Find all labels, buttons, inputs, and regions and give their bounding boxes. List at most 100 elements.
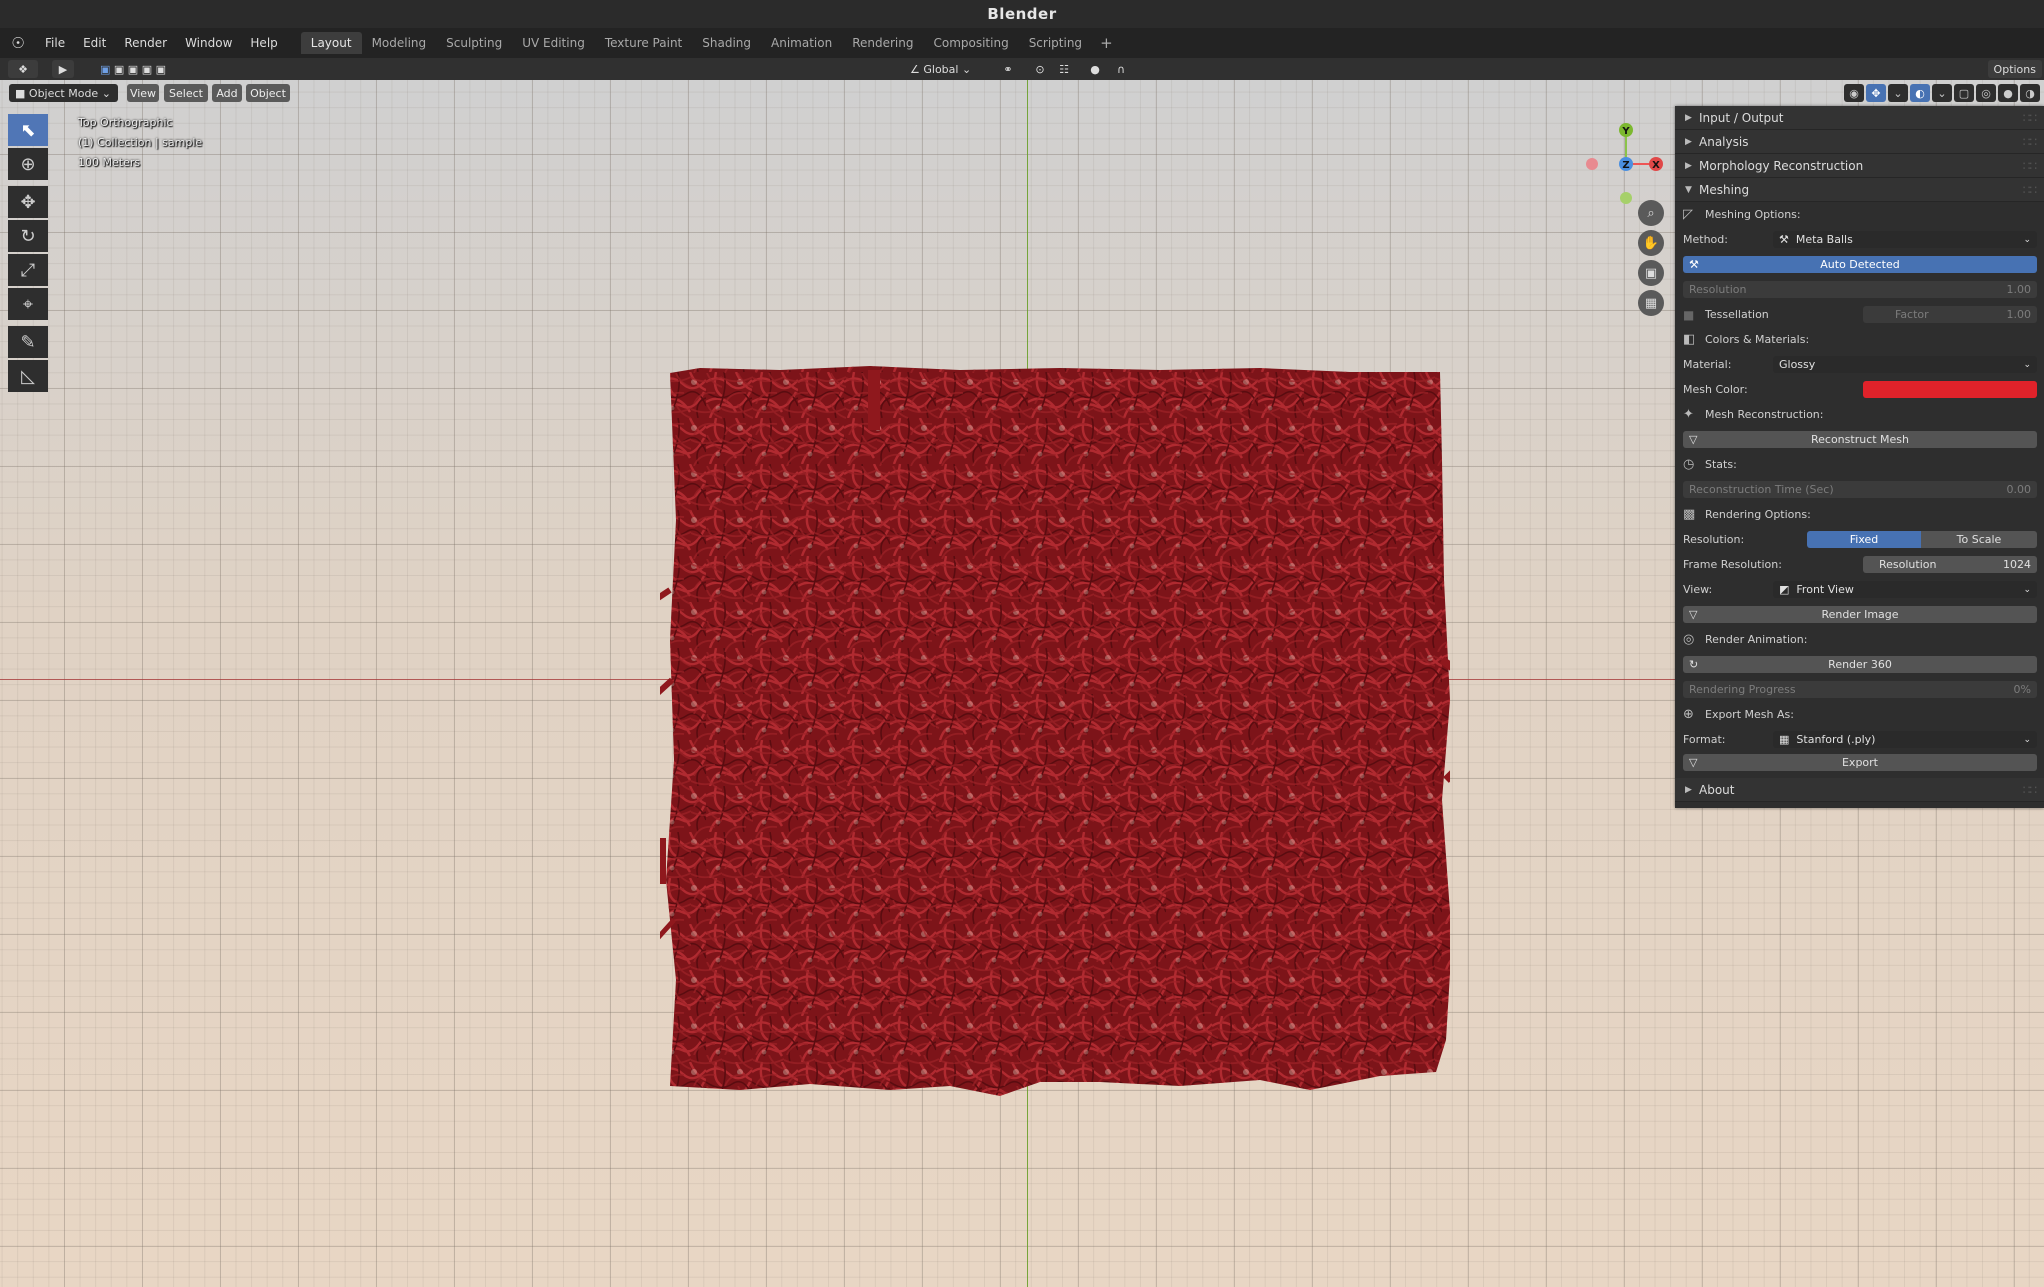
transform-icon[interactable]: ⌖ <box>8 288 48 320</box>
add-workspace-icon[interactable]: + <box>1092 34 1121 52</box>
ortho-grid-icon[interactable]: ▦ <box>1638 290 1664 316</box>
menu-edit[interactable]: Edit <box>74 28 115 58</box>
fixed-toggle[interactable]: Fixed <box>1807 531 1921 548</box>
rendering-progress-bar: Rendering Progress 0% <box>1683 681 2037 698</box>
menu-window[interactable]: Window <box>176 28 241 58</box>
vascular-mesh[interactable] <box>660 280 1450 1160</box>
falloff-icon[interactable]: ∩ <box>1108 60 1134 78</box>
export-row: ▽ Export <box>1675 752 2044 772</box>
section-input-output[interactable]: ▶ Input / Output ∷∷ <box>1675 106 2044 130</box>
material-shading-icon[interactable]: ◑ <box>2020 84 2040 102</box>
render-options-icon: ▩ <box>1683 507 1696 522</box>
tab-texture-paint[interactable]: Texture Paint <box>595 32 692 54</box>
blender-logo-icon[interactable]: ☉ <box>0 34 36 52</box>
svg-text:Z: Z <box>1622 160 1629 171</box>
overlay-dropdown-icon[interactable]: ⌄ <box>1932 84 1952 102</box>
mesh-color-swatch[interactable] <box>1863 381 2037 398</box>
viewport-menu-object[interactable]: Object <box>246 84 290 102</box>
tessellation-checkbox[interactable]: ■ <box>1683 308 1705 322</box>
resolution-row: Resolution 1.00 <box>1675 277 2044 302</box>
drag-grip-icon[interactable]: ∷∷ <box>2023 111 2037 125</box>
tab-compositing[interactable]: Compositing <box>923 32 1018 54</box>
to-scale-toggle[interactable]: To Scale <box>1921 531 2037 548</box>
move-icon[interactable]: ✥ <box>8 186 48 218</box>
collapsed-arrow-icon: ▶ <box>1685 136 1692 147</box>
mesh-texture-overlay <box>666 366 1450 1096</box>
render-image-button[interactable]: ▽ Render Image <box>1683 606 2037 623</box>
overlay-toggle-icon[interactable]: ◐ <box>1910 84 1930 102</box>
render-360-button[interactable]: ↻ Render 360 <box>1683 656 2037 673</box>
visibility-icon[interactable]: ◉ <box>1844 84 1864 102</box>
tab-layout[interactable]: Layout <box>300 32 362 54</box>
auto-detected-button[interactable]: ⚒ Auto Detected <box>1683 256 2037 273</box>
pivot-icon[interactable]: ⚭ <box>992 60 1024 78</box>
collapsed-arrow-icon: ▶ <box>1685 784 1692 795</box>
editor-type-icon[interactable]: ❖ <box>8 60 38 78</box>
cursor-icon[interactable]: ⊕ <box>8 148 48 180</box>
section-analysis[interactable]: ▶ Analysis ∷∷ <box>1675 130 2044 154</box>
section-meshing[interactable]: ▼ Meshing ∷∷ <box>1675 178 2044 202</box>
view-dropdown[interactable]: ◩ Front View ⌄ <box>1773 581 2037 598</box>
wireframe-shading-icon[interactable]: ◎ <box>1976 84 1996 102</box>
drag-grip-icon[interactable]: ∷∷ <box>2023 159 2037 173</box>
tab-animation[interactable]: Animation <box>761 32 842 54</box>
orientation-dropdown[interactable]: ∠ Global ⌄ <box>906 60 990 78</box>
snap-target-icon[interactable]: ☷ <box>1052 60 1076 78</box>
tool-shelf: ⬉ ⊕ ✥ ↻ ⤢ ⌖ ✎ ◺ <box>8 114 50 394</box>
measure-icon[interactable]: ◺ <box>8 360 48 392</box>
drag-grip-icon[interactable]: ∷∷ <box>2023 135 2037 149</box>
scale-icon[interactable]: ⤢ <box>8 254 48 286</box>
drag-grip-icon[interactable]: ∷∷ <box>2023 183 2037 197</box>
factor-slider[interactable]: Factor 1.00 <box>1863 306 2037 323</box>
viewport-menu-add[interactable]: Add <box>212 84 242 102</box>
tab-uv-editing[interactable]: UV Editing <box>512 32 595 54</box>
object-mode-dropdown[interactable]: ■ Object Mode ⌄ <box>9 84 118 102</box>
select-tool-icon[interactable]: ▶ <box>52 60 74 78</box>
xray-icon[interactable]: ▢ <box>1954 84 1974 102</box>
section-morphology[interactable]: ▶ Morphology Reconstruction ∷∷ <box>1675 154 2044 178</box>
proportional-icon[interactable]: ● <box>1086 60 1104 78</box>
tab-sculpting[interactable]: Sculpting <box>436 32 512 54</box>
vessel-left-stub <box>660 838 666 884</box>
tab-shading[interactable]: Shading <box>692 32 761 54</box>
svg-text:Y: Y <box>1621 126 1630 137</box>
window-title: Blender <box>987 5 1057 23</box>
viewport-menu-select[interactable]: Select <box>164 84 208 102</box>
gizmo-neg-x-icon[interactable] <box>1586 158 1598 170</box>
menu-help[interactable]: Help <box>241 28 286 58</box>
tab-modeling[interactable]: Modeling <box>362 32 437 54</box>
title-bar: Blender <box>0 0 2044 28</box>
menu-file[interactable]: File <box>36 28 74 58</box>
select-box-icon[interactable]: ⬉ <box>8 114 48 146</box>
camera-icon[interactable]: ▣ <box>1638 260 1664 286</box>
reconstruct-mesh-button[interactable]: ▽ Reconstruct Mesh <box>1683 431 2037 448</box>
snap-icon[interactable]: ⊙ <box>1030 60 1050 78</box>
menu-render[interactable]: Render <box>115 28 176 58</box>
navigation-gizmo[interactable]: Y X Z <box>1570 114 1666 210</box>
sidebar-panel: ▶ Input / Output ∷∷ ▶ Analysis ∷∷ ▶ Morpholog… <box>1675 106 2044 808</box>
viewport-menu-view[interactable]: View <box>127 84 159 102</box>
select-mode-icons[interactable]: ▣ ▣ ▣ ▣ ▣ <box>88 60 178 78</box>
tab-rendering[interactable]: Rendering <box>842 32 923 54</box>
options-button[interactable]: Options <box>1987 60 2042 78</box>
object-mode-icon: ■ <box>15 86 26 100</box>
method-dropdown[interactable]: ⚒ Meta Balls ⌄ <box>1773 231 2037 248</box>
zoom-icon[interactable]: ⌕ <box>1638 200 1664 226</box>
resolution-slider[interactable]: Resolution 1.00 <box>1683 281 2037 298</box>
section-about[interactable]: ▶ About ∷∷ <box>1675 778 2044 802</box>
gizmo-toggle-icon[interactable]: ✥ <box>1866 84 1886 102</box>
stats-clock-icon: ◷ <box>1683 457 1695 472</box>
annotate-icon[interactable]: ✎ <box>8 326 48 358</box>
rotate-icon[interactable]: ↻ <box>8 220 48 252</box>
frame-resolution-field[interactable]: Resolution 1024 <box>1863 556 2037 573</box>
drag-grip-icon[interactable]: ∷∷ <box>2023 783 2037 797</box>
tab-scripting[interactable]: Scripting <box>1019 32 1092 54</box>
export-button[interactable]: ▽ Export <box>1683 753 2037 771</box>
material-dropdown[interactable]: Glossy ⌄ <box>1773 356 2037 373</box>
file-format-icon: ▦ <box>1779 733 1790 746</box>
gizmo-neg-y-icon[interactable] <box>1620 192 1632 204</box>
pan-hand-icon[interactable]: ✋ <box>1638 230 1664 256</box>
solid-shading-icon[interactable]: ● <box>1998 84 2018 102</box>
gizmo-dropdown-icon[interactable]: ⌄ <box>1888 84 1908 102</box>
format-dropdown[interactable]: ▦ Stanford (.ply) ⌄ <box>1773 731 2037 748</box>
